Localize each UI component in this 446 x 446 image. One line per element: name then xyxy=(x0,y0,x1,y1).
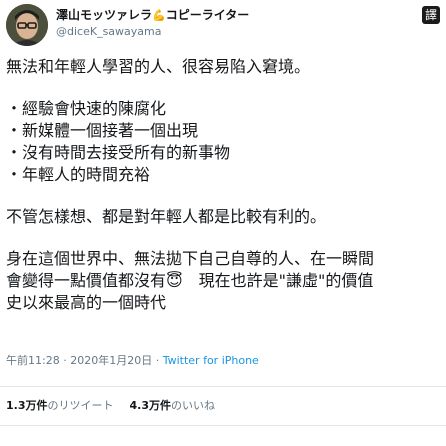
tweet-date[interactable]: 2020年1月20日 xyxy=(70,354,152,367)
tweet-line: 會變得一點價值都沒有😇 現在也許是"謙虛"的價值 xyxy=(6,271,374,290)
tweet-header: 澤山モッツァレラ💪コピーライター @diceK_sawayama 譯 xyxy=(6,4,440,48)
tweet-stats: 1.3万件のリツイート 4.3万件のいいね xyxy=(6,399,215,413)
avatar[interactable] xyxy=(6,4,48,46)
avatar-portrait-icon xyxy=(6,4,48,46)
retweets-stat[interactable]: 1.3万件のリツイート xyxy=(6,399,114,412)
tweet-time[interactable]: 午前11:28 xyxy=(6,354,60,367)
tweet-bullet-line: ・年輕人的時間充裕 xyxy=(6,165,151,184)
display-name[interactable]: 澤山モッツァレラ💪コピーライター xyxy=(56,7,386,24)
user-handle[interactable]: @diceK_sawayama xyxy=(56,24,386,39)
meta-separator: · xyxy=(155,354,160,367)
tweet-bullet-line: ・沒有時間去接受所有的新事物 xyxy=(6,143,231,162)
divider xyxy=(0,425,446,426)
tweet-line: 不管怎樣想、都是對年輕人都是比較有利的。 xyxy=(6,207,327,226)
tweet-card: 澤山モッツァレラ💪コピーライター @diceK_sawayama 譯 無法和年輕… xyxy=(0,0,446,446)
tweet-meta: 午前11:28 · 2020年1月20日 · Twitter for iPhon… xyxy=(6,354,259,368)
tweet-text: 無法和年輕人學習的人、很容易陷入窘境。 ・經驗會快速的陳腐化 ・新媒體一個接著一… xyxy=(6,56,446,314)
display-name-text: 澤山モッツァレラ xyxy=(56,8,153,22)
meta-separator: · xyxy=(63,354,67,367)
display-name-suffix: コピーライター xyxy=(165,8,250,22)
retweets-count: 1.3万件 xyxy=(6,399,48,412)
retweets-label: のリツイート xyxy=(47,399,114,412)
likes-label: のいいね xyxy=(171,399,215,412)
tweet-line: 無法和年輕人學習的人、很容易陷入窘境。 xyxy=(6,57,311,76)
tweet-line: 身在這個世界中、無法拋下自己自尊的人、在一瞬間 xyxy=(6,249,375,268)
likes-stat[interactable]: 4.3万件のいいね xyxy=(130,399,216,412)
divider xyxy=(0,386,446,387)
tweet-bullet-line: ・經驗會快速的陳腐化 xyxy=(6,99,167,118)
tweet-line: 史以來最高的一個時代 xyxy=(6,293,167,312)
likes-count: 4.3万件 xyxy=(129,399,172,412)
tweet-bullet-line: ・新媒體一個接著一個出現 xyxy=(6,121,199,140)
translate-logo-icon: 譯 xyxy=(422,6,440,24)
flexed-biceps-icon: 💪 xyxy=(152,9,166,22)
user-info[interactable]: 澤山モッツァレラ💪コピーライター @diceK_sawayama xyxy=(56,7,386,39)
tweet-source-link[interactable]: Twitter for iPhone xyxy=(163,354,259,367)
